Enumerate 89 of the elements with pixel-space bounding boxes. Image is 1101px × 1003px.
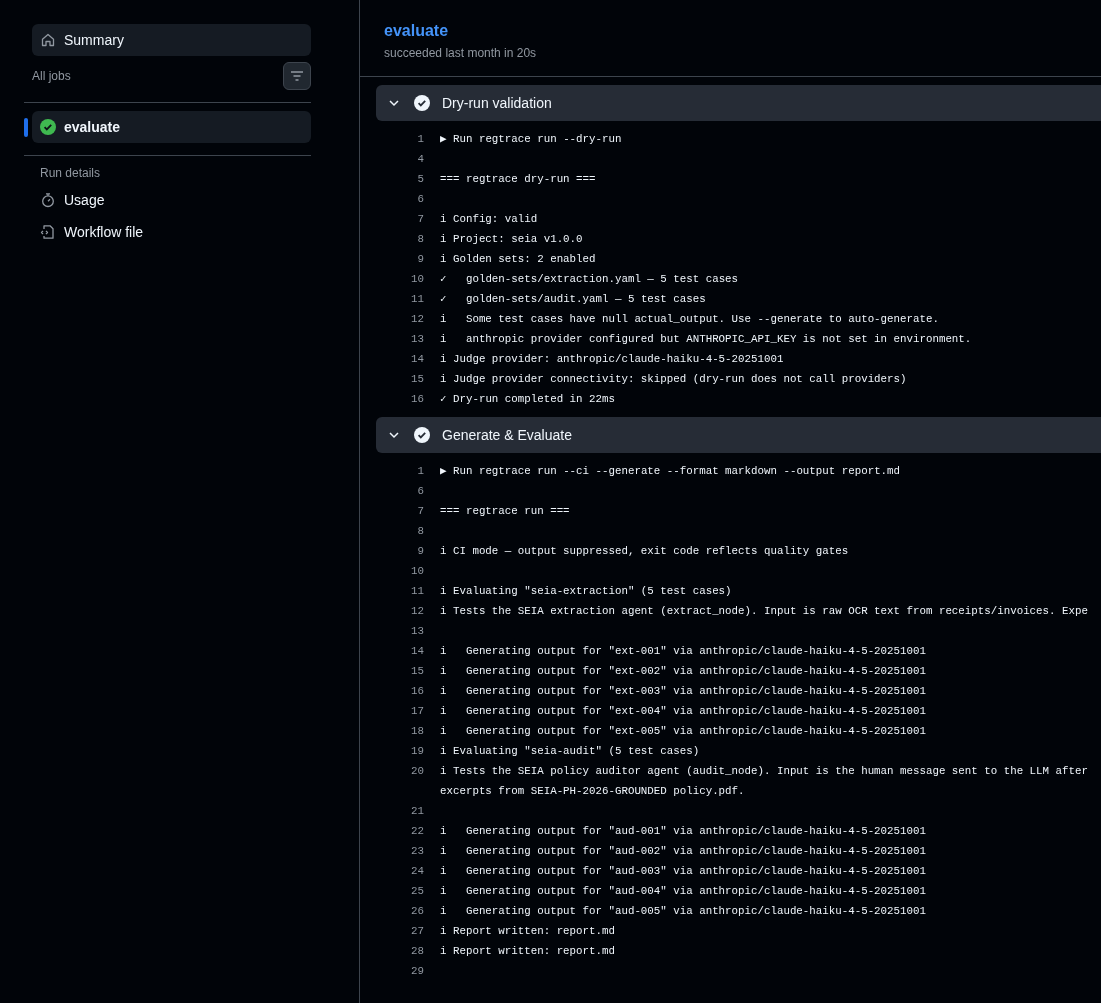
file-code-icon [40, 224, 56, 240]
log-line: === regtrace dry-run === [440, 172, 596, 187]
log-line: i CI mode — output suppressed, exit code reflects quality gates [440, 544, 849, 559]
line-number: 12 [410, 604, 425, 619]
line-number: 24 [410, 864, 425, 879]
log-line: i Evaluating "seia-audit" (5 test cases) [440, 744, 700, 759]
line-number: 25 [410, 884, 425, 899]
line-number: 21 [410, 804, 425, 819]
line-number: 15 [410, 664, 425, 679]
log-line: i Generating output for "ext-003" via anthropic/claude-haiku-4-5-20251001 [440, 684, 926, 699]
line-number: 13 [410, 624, 425, 639]
line-number: 28 [410, 944, 425, 959]
log-line: i Config: valid [440, 212, 538, 227]
log-line: ✓ golden-sets/audit.yaml — 5 test cases [440, 292, 706, 307]
log-line: i Some test cases have null actual_output. Use --generate to auto-generate. [440, 312, 939, 327]
line-number: 1 [416, 132, 425, 147]
line-number: 10 [410, 272, 425, 287]
job-title[interactable]: evaluate [384, 22, 1077, 40]
line-number: 12 [410, 312, 425, 327]
log-line: i Generating output for "aud-004" via anthropic/claude-haiku-4-5-20251001 [440, 884, 926, 899]
line-number: 18 [410, 724, 425, 739]
line-number: 26 [410, 904, 425, 919]
log-line: i Judge provider connectivity: skipped (dry-run does not call providers) [440, 372, 907, 387]
home-icon [40, 32, 56, 48]
job-item[interactable]: evaluate [32, 111, 311, 143]
line-number: 23 [410, 844, 425, 859]
filter-button[interactable] [283, 62, 311, 90]
filter-icon [289, 68, 305, 84]
log-line: i Generating output for "aud-002" via anthropic/claude-haiku-4-5-20251001 [440, 844, 926, 859]
log-line: i Generating output for "ext-001" via anthropic/claude-haiku-4-5-20251001 [440, 644, 926, 659]
line-number: 22 [410, 824, 425, 839]
line-number: 10 [410, 564, 425, 579]
log-line: i Project: seia v1.0.0 [440, 232, 583, 247]
log-line: i Evaluating "seia-extraction" (5 test cases) [440, 584, 732, 599]
section-label: Run details [40, 166, 102, 180]
log-line: i Generating output for "ext-004" via anthropic/claude-haiku-4-5-20251001 [440, 704, 926, 719]
line-number: 20 [410, 764, 425, 779]
line-number: 4 [416, 152, 425, 167]
line-number: 29 [410, 964, 425, 979]
line-number: 14 [410, 352, 425, 367]
log-line: excerpts from SEIA-PH-2026-GROUNDED policy.pdf. [440, 784, 746, 799]
log-line: i Generating output for "aud-005" via anthropic/claude-haiku-4-5-20251001 [440, 904, 926, 919]
log-line: i anthropic provider configured but ANTHROPIC_API_KEY is not set in environment. [440, 332, 972, 347]
sidebar-link[interactable]: Workflow file [32, 216, 311, 248]
log-line: === regtrace run === [440, 504, 570, 519]
line-number: 5 [416, 172, 425, 187]
line-number: 8 [416, 524, 425, 539]
line-number: 9 [416, 544, 425, 559]
check-circle-icon [414, 427, 430, 443]
log-line: ▶ Run regtrace run --ci --generate --format markdown --output report.md [440, 464, 901, 479]
line-number: 16 [410, 684, 425, 699]
log-line: i Golden sets: 2 enabled [440, 252, 596, 267]
line-number: 1 [416, 464, 425, 479]
line-number: 8 [416, 232, 425, 247]
line-number: 17 [410, 704, 425, 719]
line-number: 6 [416, 484, 425, 499]
log-line: ▶ Run regtrace run --dry-run [440, 132, 622, 147]
line-number: 11 [410, 292, 425, 307]
line-number: 16 [410, 392, 425, 407]
step-header[interactable]: Dry-run validation [376, 85, 1101, 121]
log-line: i Report written: report.md [440, 944, 615, 959]
line-number: 13 [410, 332, 425, 347]
log-line: i Generating output for "aud-001" via anthropic/claude-haiku-4-5-20251001 [440, 824, 926, 839]
check-circle-icon [40, 119, 56, 135]
line-number: 14 [410, 644, 425, 659]
log-line: ✓ golden-sets/extraction.yaml — 5 test cases [440, 272, 739, 287]
log-line: i Generating output for "ext-002" via anthropic/claude-haiku-4-5-20251001 [440, 664, 926, 679]
log-line: ✓ Dry-run completed in 22ms [440, 392, 615, 407]
log-line: i Tests the SEIA policy auditor agent (audit_node). Input is the human message sent to the LLM after [440, 764, 1088, 779]
line-number: 11 [410, 584, 425, 599]
log-line: i Generating output for "ext-005" via anthropic/claude-haiku-4-5-20251001 [440, 724, 926, 739]
step-header[interactable]: Generate & Evaluate [376, 417, 1101, 453]
line-number: 7 [416, 504, 425, 519]
log-line: i Tests the SEIA extraction agent (extract_node). Input is raw OCR text from receipts/invoices. Expe [440, 604, 1088, 619]
log-line: i Report written: report.md [440, 924, 615, 939]
summary-item[interactable]: Summary [32, 24, 311, 56]
log-line: i Generating output for "aud-003" via anthropic/claude-haiku-4-5-20251001 [440, 864, 926, 879]
line-number: 7 [416, 212, 425, 227]
line-number: 15 [410, 372, 425, 387]
sidebar-link[interactable]: Usage [32, 184, 311, 216]
line-number: 27 [410, 924, 425, 939]
line-number: 9 [416, 252, 425, 267]
check-circle-icon [414, 95, 430, 111]
section-label: All jobs [32, 69, 71, 83]
log-line: i Judge provider: anthropic/claude-haiku-4-5-20251001 [440, 352, 784, 367]
stopwatch-icon [40, 192, 56, 208]
line-number: 6 [416, 192, 425, 207]
line-number: 19 [410, 744, 425, 759]
job-status: succeeded last month in 20s [384, 46, 538, 60]
